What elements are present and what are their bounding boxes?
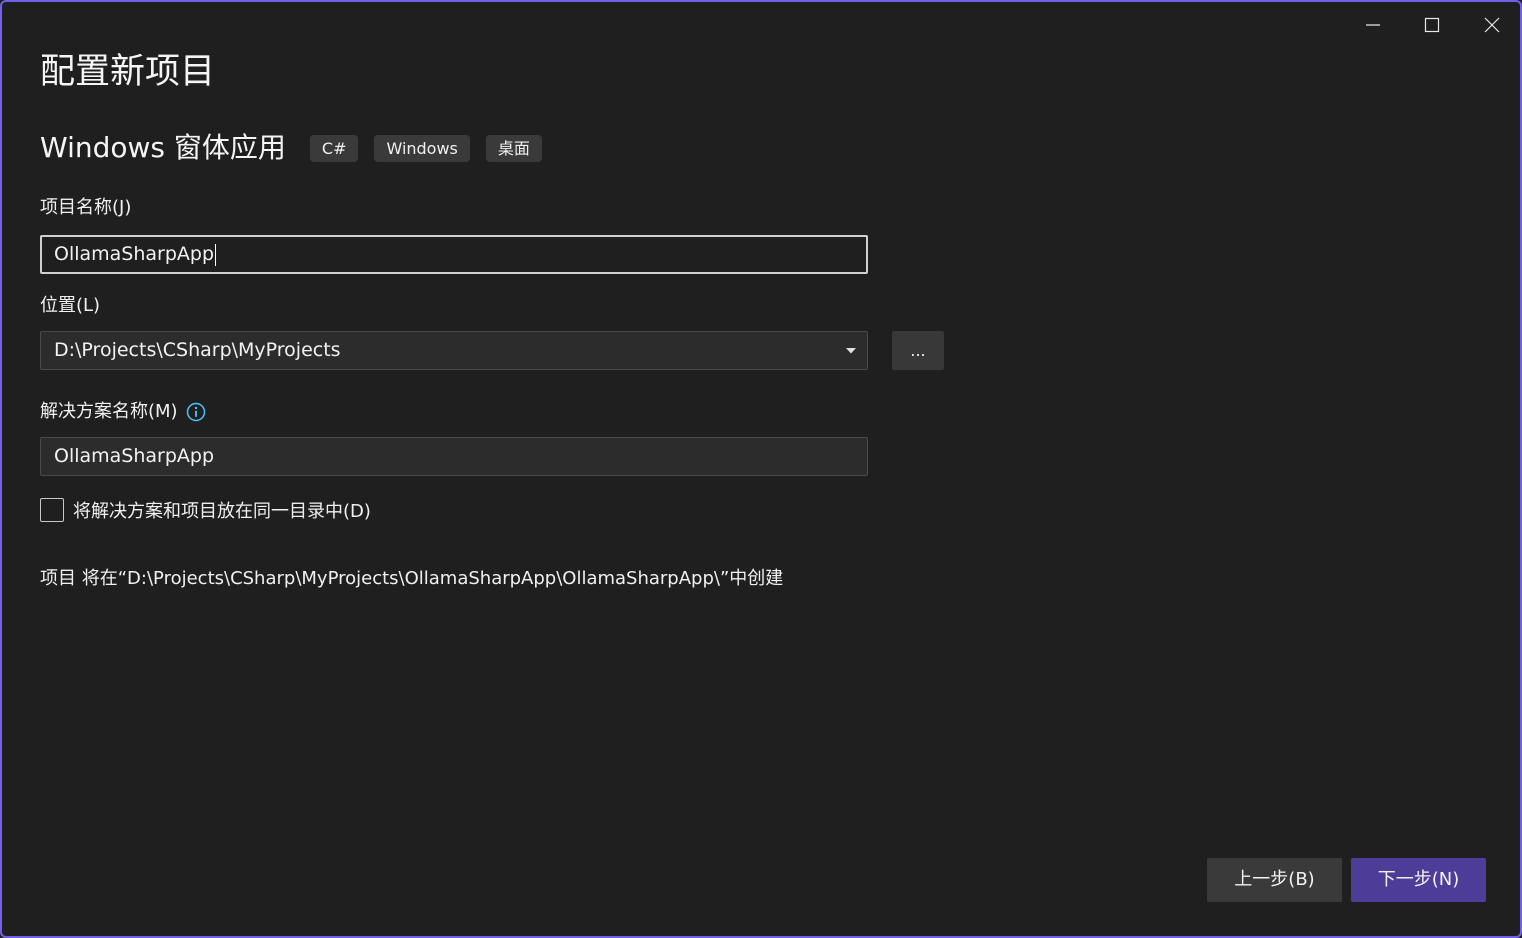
- location-combobox[interactable]: D:\Projects\CSharp\MyProjects: [40, 331, 868, 370]
- close-icon: [1484, 17, 1500, 33]
- solution-name-label-row: 解决方案名称(M): [40, 399, 206, 425]
- tag-language: C#: [309, 134, 359, 162]
- solution-name-input[interactable]: OllamaSharpApp: [40, 437, 868, 476]
- project-path-note: 项目 将在“D:\Projects\CSharp\MyProjects\Olla…: [40, 568, 784, 589]
- template-name: Windows 窗体应用: [40, 131, 286, 164]
- page-title: 配置新项目: [40, 52, 216, 92]
- close-button[interactable]: [1462, 2, 1520, 48]
- tag-platform: Windows: [374, 134, 470, 162]
- info-icon[interactable]: [186, 402, 206, 422]
- back-button[interactable]: 上一步(B): [1207, 858, 1342, 902]
- project-name-label: 项目名称(J): [40, 197, 132, 218]
- solution-name-label: 解决方案名称(M): [40, 401, 178, 422]
- location-label: 位置(L): [40, 295, 101, 316]
- browse-button[interactable]: ...: [892, 331, 944, 370]
- same-directory-label: 将解决方案和项目放在同一目录中(D): [73, 501, 371, 522]
- minimize-button[interactable]: [1343, 2, 1403, 48]
- same-directory-option[interactable]: 将解决方案和项目放在同一目录中(D): [40, 497, 371, 523]
- project-name-input[interactable]: OllamaSharpApp: [40, 235, 868, 274]
- same-directory-checkbox[interactable]: [40, 498, 64, 522]
- next-button[interactable]: 下一步(N): [1351, 858, 1486, 902]
- solution-name-value: OllamaSharpApp: [54, 445, 215, 467]
- configure-project-window: 配置新项目 Windows 窗体应用 C# Windows 桌面 项目名称(J)…: [0, 0, 1522, 938]
- template-header: Windows 窗体应用 C# Windows 桌面: [40, 126, 558, 170]
- text-caret: [215, 243, 217, 266]
- minimize-icon: [1366, 24, 1380, 26]
- tag-project-type: 桌面: [485, 134, 542, 162]
- chevron-down-icon[interactable]: [839, 332, 863, 369]
- location-value: D:\Projects\CSharp\MyProjects: [54, 339, 341, 361]
- maximize-button[interactable]: [1402, 2, 1462, 48]
- project-name-value: OllamaSharpApp: [54, 243, 215, 265]
- maximize-icon: [1424, 17, 1440, 33]
